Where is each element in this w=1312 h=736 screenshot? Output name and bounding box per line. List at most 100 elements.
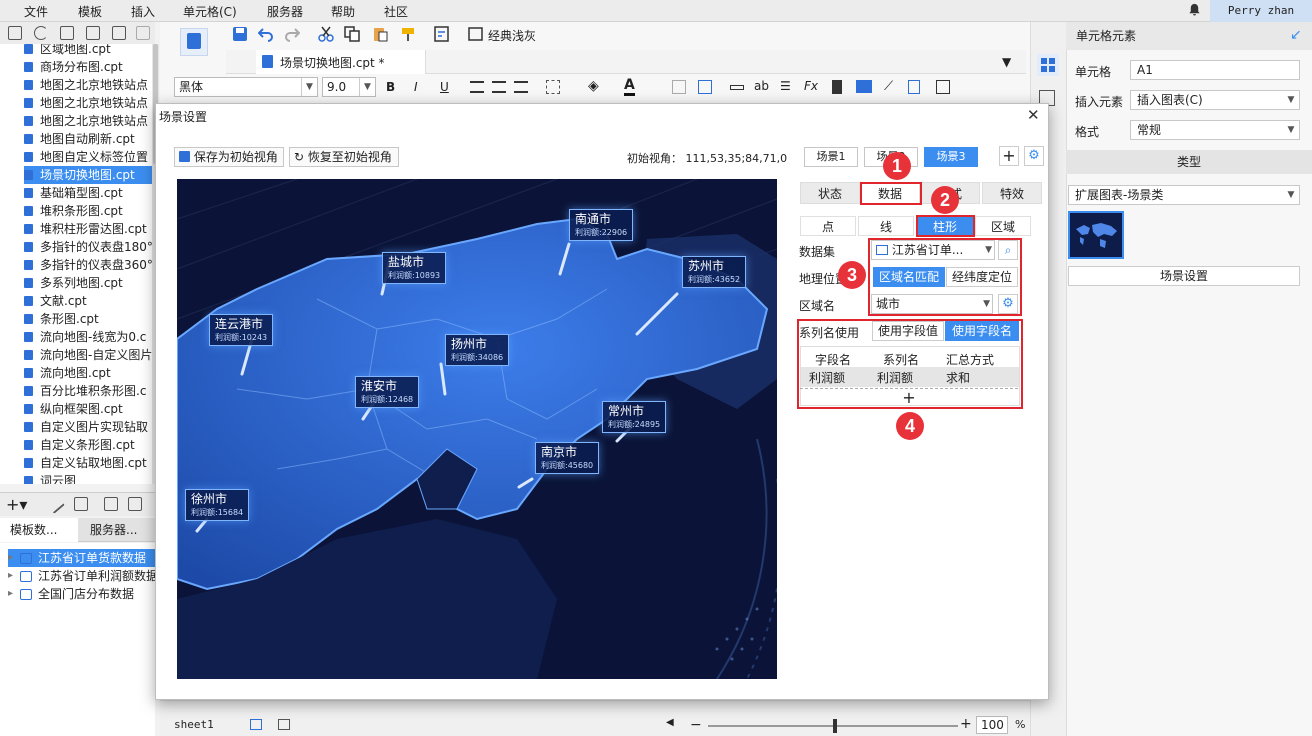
file-item[interactable]: 流向地图.cpt [24, 364, 152, 382]
delete-icon[interactable] [112, 26, 126, 40]
file-item[interactable]: 自定义钻取地图.cpt [24, 454, 152, 472]
align-right-icon[interactable] [514, 81, 528, 93]
chevron-right-icon[interactable]: ▸ [8, 567, 13, 585]
text-icon[interactable]: ab [754, 79, 769, 93]
file-item[interactable]: 百分比堆积条形图.c [24, 382, 152, 400]
add-dataset-icon[interactable]: +▾ [6, 495, 27, 514]
close-icon[interactable]: ✕ [1027, 106, 1040, 124]
file-item[interactable]: 词云图 [24, 472, 152, 484]
subtab-line[interactable]: 线 [858, 216, 914, 236]
theme-icon[interactable] [468, 26, 484, 42]
zoom-slider-handle[interactable] [833, 719, 837, 733]
file-item[interactable]: 地图之北京地铁站点 [24, 76, 152, 94]
file-item[interactable]: 地图自动刷新.cpt [24, 130, 152, 148]
format-painter-icon[interactable] [400, 26, 416, 42]
file-item[interactable]: 基础箱型图.cpt [24, 184, 152, 202]
params-icon[interactable] [128, 497, 142, 511]
bell-icon[interactable] [1188, 3, 1201, 16]
formula-icon[interactable]: Fx [804, 79, 818, 93]
file-item[interactable]: 地图自定义标签位置 [24, 148, 152, 166]
theme-label[interactable]: 经典浅灰 [488, 27, 536, 44]
chevron-right-icon[interactable]: ▸ [8, 585, 13, 603]
edit-icon[interactable] [86, 26, 100, 40]
file-item[interactable]: 文献.cpt [24, 292, 152, 310]
merge-icon[interactable] [672, 80, 686, 94]
save-icon[interactable] [232, 26, 248, 42]
delete-dataset-icon[interactable] [74, 497, 88, 511]
cell-props-icon[interactable] [1037, 54, 1059, 76]
fill-color-icon[interactable]: ◈ [588, 78, 599, 94]
file-item[interactable]: 流向地图-线宽为0.c [24, 328, 152, 346]
restore-view-button[interactable]: ↻ 恢复至初始视角 [289, 147, 399, 167]
scene-settings-button[interactable]: 场景设置 [1068, 266, 1300, 286]
copy-icon[interactable] [136, 26, 150, 40]
copy-icon[interactable] [344, 26, 360, 42]
file-item[interactable]: 流向地图-自定义图片 [24, 346, 152, 364]
dataset-item[interactable]: ▸ 全国门店分布数据 [8, 585, 155, 603]
scroll-left-icon[interactable]: ◀ [666, 717, 674, 728]
align-left-icon[interactable] [470, 81, 484, 93]
size-select[interactable]: 9.0 ▼ [322, 77, 376, 97]
zoom-input[interactable]: 100 [976, 716, 1008, 734]
font-color-icon[interactable]: A [624, 77, 635, 96]
image-icon[interactable] [856, 80, 872, 93]
file-item[interactable]: 自定义条形图.cpt [24, 436, 152, 454]
type-select[interactable]: 扩展图表-场景类 ▼ [1068, 185, 1300, 205]
dataset-item[interactable]: ▸ 江苏省订单利润额数据 [8, 567, 155, 585]
cut-icon[interactable] [318, 26, 334, 42]
open-icon[interactable] [60, 26, 74, 40]
user-name[interactable]: Perry zhan [1210, 0, 1312, 22]
tab-effect[interactable]: 特效 [982, 182, 1042, 204]
file-item[interactable]: 堆积条形图.cpt [24, 202, 152, 220]
align-icon[interactable]: ☰ [780, 79, 791, 93]
dataset-item[interactable]: ▸ 江苏省订单货款数据 [8, 549, 155, 567]
zoom-in-icon[interactable]: + [960, 716, 972, 732]
format-select[interactable]: 常规 ▼ [1130, 120, 1300, 140]
paste-icon[interactable] [372, 26, 388, 42]
bold-button[interactable]: B [386, 80, 395, 94]
save-view-button[interactable]: 保存为初始视角 [174, 147, 284, 167]
refresh-icon[interactable] [34, 26, 48, 40]
underline-button[interactable]: U [440, 80, 449, 94]
slash-icon[interactable]: ⟋ [884, 79, 893, 94]
scene-3-tab[interactable]: 场景3 [924, 147, 978, 167]
file-item[interactable]: 区域地图.cpt [24, 44, 152, 58]
file-item[interactable]: 商场分布图.cpt [24, 58, 152, 76]
tab-template-data[interactable]: 模板数... [0, 518, 78, 542]
menu-help[interactable]: 帮助 [331, 3, 355, 20]
tab-status[interactable]: 状态 [800, 182, 860, 204]
sheet-tab[interactable]: sheet1 [174, 718, 214, 731]
menu-cell[interactable]: 单元格(C) [183, 3, 237, 20]
table-icon[interactable] [698, 80, 712, 94]
file-item[interactable]: 场景切换地图.cpt [24, 166, 152, 184]
border-icon[interactable] [546, 80, 560, 94]
sub-report-icon[interactable] [908, 80, 920, 94]
textbox-icon[interactable] [730, 85, 744, 90]
chevron-right-icon[interactable]: ▸ [8, 549, 13, 567]
menu-community[interactable]: 社区 [384, 3, 408, 20]
template-param-icon[interactable] [434, 26, 450, 42]
file-item[interactable]: 自定义图片实现钻取 [24, 418, 152, 436]
tab-menu-icon[interactable]: ▼ [1002, 55, 1011, 69]
zoom-out-icon[interactable]: − [690, 717, 702, 733]
new-folder-icon[interactable] [8, 26, 22, 40]
menu-file[interactable]: 文件 [24, 3, 48, 20]
pencil-icon[interactable] [45, 494, 65, 514]
add-scene-button[interactable]: + [999, 146, 1019, 166]
insert-element-select[interactable]: 插入图表(C) ▼ [1130, 90, 1300, 110]
pin-icon[interactable]: ↙ [1290, 27, 1302, 43]
subtab-area[interactable]: 区域 [975, 216, 1031, 236]
file-item[interactable]: 多系列地图.cpt [24, 274, 152, 292]
file-item[interactable]: 多指针的仪表盘360° [24, 256, 152, 274]
subtab-point[interactable]: 点 [800, 216, 856, 236]
file-item[interactable]: 地图之北京地铁站点 [24, 112, 152, 130]
scene-map-thumbnail[interactable] [1068, 211, 1124, 259]
add-sheet-icon[interactable] [250, 719, 262, 730]
scene-map-view[interactable]: 南通市 利润额:22906 盐城市 利润额:10893 苏州市 利润额:43652 连… [177, 179, 777, 679]
cell-input[interactable]: A1 [1130, 60, 1300, 80]
chart-icon[interactable] [832, 80, 842, 94]
tab-server-data[interactable]: 服务器... [80, 518, 155, 542]
menu-insert[interactable]: 插入 [131, 3, 155, 20]
align-center-icon[interactable] [492, 81, 506, 93]
italic-button[interactable]: I [414, 80, 418, 94]
